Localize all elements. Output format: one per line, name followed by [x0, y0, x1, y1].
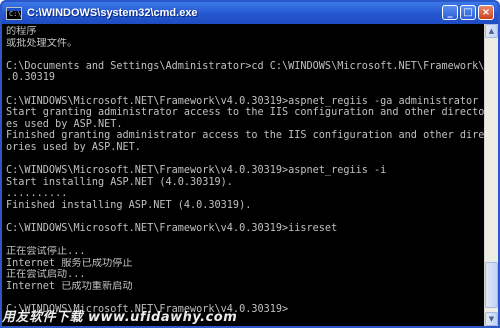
console-line: .0.30319 [6, 72, 56, 84]
console-line: C:\WINDOWS\Microsoft.NET\Framework\v4.0.… [6, 223, 338, 235]
close-button[interactable]: × [478, 5, 494, 20]
cmd-icon[interactable]: C:\ [6, 6, 22, 20]
console-line: .......... [6, 188, 68, 200]
watermark: 用友软件下载 www.ufidawhy.com [2, 310, 238, 325]
console-line: 正在尝试启动... [6, 269, 86, 281]
console-line: Internet 已成功重新启动 [6, 281, 133, 293]
scroll-up-button[interactable]: ▲ [485, 24, 498, 38]
title-bar[interactable]: C:\ C:\WINDOWS\system32\cmd.exe _ □ × [2, 2, 498, 24]
console-line: es used by ASP.NET. [6, 118, 123, 130]
scroll-down-button[interactable]: ▼ [485, 312, 498, 326]
console-output[interactable]: 的程序 或批处理文件。 C:\Documents and Settings\Ad… [2, 24, 484, 326]
console-line: 的程序 [6, 26, 37, 37]
console-line: Finished installing ASP.NET (4.0.30319). [6, 199, 252, 211]
console-line: Start installing ASP.NET (4.0.30319). [6, 176, 233, 188]
console-line: Finished granting administrator access t… [6, 130, 484, 142]
minimize-button[interactable]: _ [442, 5, 458, 20]
console-line: C:\Documents and Settings\Administrator>… [6, 60, 484, 72]
window-title: C:\WINDOWS\system32\cmd.exe [27, 7, 198, 19]
console-line: Internet 服务已成功停止 [6, 257, 133, 269]
console-line: C:\WINDOWS\Microsoft.NET\Framework\v4.0.… [6, 95, 479, 107]
console-lines: 的程序 或批处理文件。 C:\Documents and Settings\Ad… [2, 24, 484, 316]
console-line: 正在尝试停止... [6, 246, 86, 258]
console-line: 或批处理文件。 [6, 37, 78, 49]
vertical-scrollbar[interactable]: ▲ ▼ [484, 24, 498, 326]
console-line: ories used by ASP.NET. [6, 141, 141, 153]
cmd-window: C:\ C:\WINDOWS\system32\cmd.exe _ □ × 的程… [0, 0, 500, 328]
scrollbar-thumb[interactable] [485, 262, 498, 308]
cmd-icon-glyph: C:\ [9, 9, 22, 18]
console-line: Start granting administrator access to t… [6, 107, 484, 119]
console-line: C:\WINDOWS\Microsoft.NET\Framework\v4.0.… [6, 165, 387, 177]
maximize-button[interactable]: □ [460, 5, 476, 20]
window-controls: _ □ × [442, 5, 494, 20]
